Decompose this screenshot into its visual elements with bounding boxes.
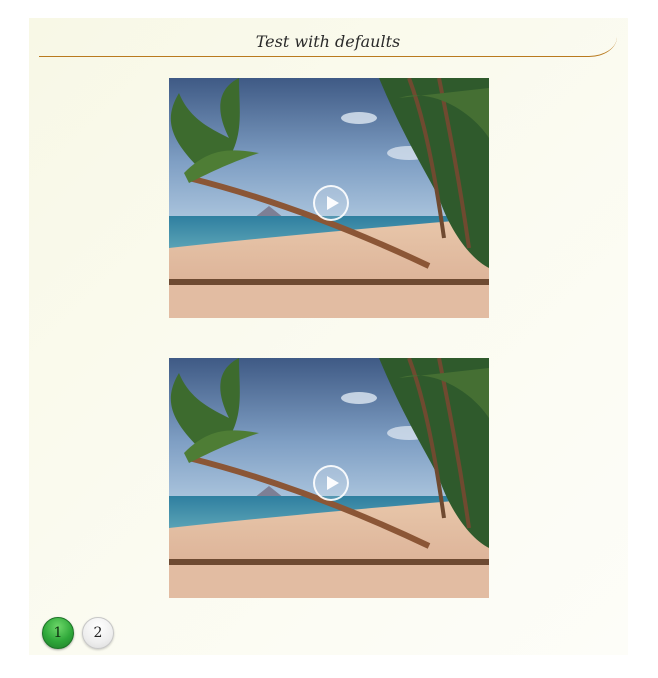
gallery-panel: Test with defaults 1 2: [29, 18, 628, 655]
video-thumbnail-1[interactable]: [169, 78, 489, 318]
gallery-title: Test with defaults: [255, 32, 401, 51]
gallery-header: Test with defaults: [39, 18, 617, 57]
video-thumbnail-2[interactable]: [169, 358, 489, 598]
page-button-2[interactable]: 2: [82, 617, 114, 649]
play-icon[interactable]: [313, 185, 349, 221]
play-icon[interactable]: [313, 465, 349, 501]
page-button-1[interactable]: 1: [42, 617, 74, 649]
